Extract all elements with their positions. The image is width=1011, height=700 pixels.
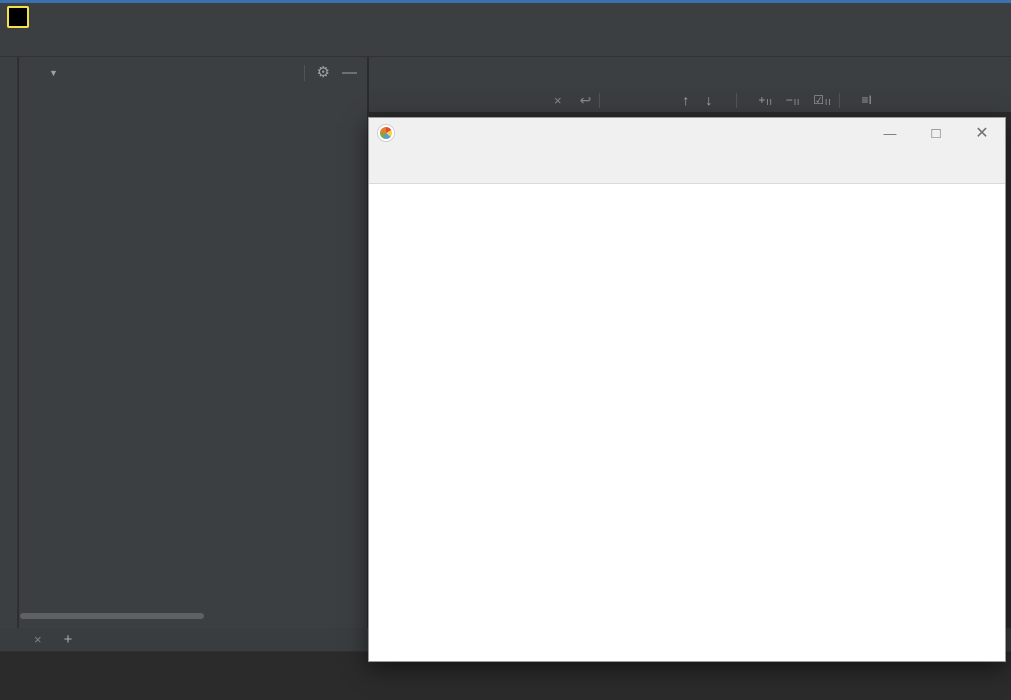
new-terminal-button[interactable]: +	[64, 631, 73, 648]
clear-search-icon[interactable]: ×	[554, 93, 562, 108]
find-bar: × ↩ ↑ ↓ + II − II ☑ II ≡I	[369, 88, 1011, 113]
select-all-occurrences-button[interactable]: ☑ II	[813, 93, 831, 107]
search-history-icon[interactable]: ↩	[580, 92, 592, 109]
previous-occurrence-button[interactable]: ↑	[682, 92, 689, 108]
divider	[599, 92, 601, 108]
matplotlib-logo-icon	[378, 125, 394, 141]
add-selection-button[interactable]: + II	[758, 93, 772, 107]
divider	[839, 92, 841, 108]
accuracy-chart	[369, 184, 1005, 661]
editor-tabs	[369, 57, 1011, 88]
minimize-button[interactable]: —	[867, 118, 913, 148]
figure-canvas	[369, 184, 1005, 661]
next-occurrence-button[interactable]: ↓	[705, 92, 712, 108]
figure-titlebar[interactable]: — □ ✕	[369, 118, 1005, 148]
matplotlib-figure-window: — □ ✕	[368, 117, 1006, 662]
figure-toolbar	[369, 148, 1005, 184]
settings-gear-button[interactable]: ⚙	[317, 65, 330, 80]
pycharm-logo-icon	[7, 5, 29, 28]
project-panel-toolbar: ⚙ —	[268, 57, 357, 88]
maximize-button[interactable]: □	[913, 118, 959, 148]
project-tree	[19, 88, 367, 608]
pycharm-window: ▼ ⚙ — × ↩ ↑ ↓ + II − II ☑ II ≡I × + — □ …	[0, 0, 1011, 700]
chevron-down-icon[interactable]: ▼	[49, 68, 58, 78]
navigation-bar	[0, 30, 1011, 57]
toolbar-divider	[303, 64, 305, 81]
horizontal-scrollbar[interactable]	[20, 613, 204, 619]
divider	[736, 92, 738, 108]
hide-panel-button[interactable]: —	[342, 65, 357, 80]
figure-window-controls: — □ ✕	[867, 118, 1005, 148]
remove-selection-button[interactable]: − II	[786, 93, 800, 107]
close-terminal-tab-icon[interactable]: ×	[34, 632, 42, 647]
titlebar	[0, 3, 1011, 30]
tool-window-stripe	[0, 57, 18, 628]
project-panel: ▼ ⚙ —	[19, 57, 368, 628]
close-button[interactable]: ✕	[959, 118, 1005, 148]
terminal-output	[10, 655, 62, 700]
filter-lines-button[interactable]: ≡I	[861, 93, 871, 107]
